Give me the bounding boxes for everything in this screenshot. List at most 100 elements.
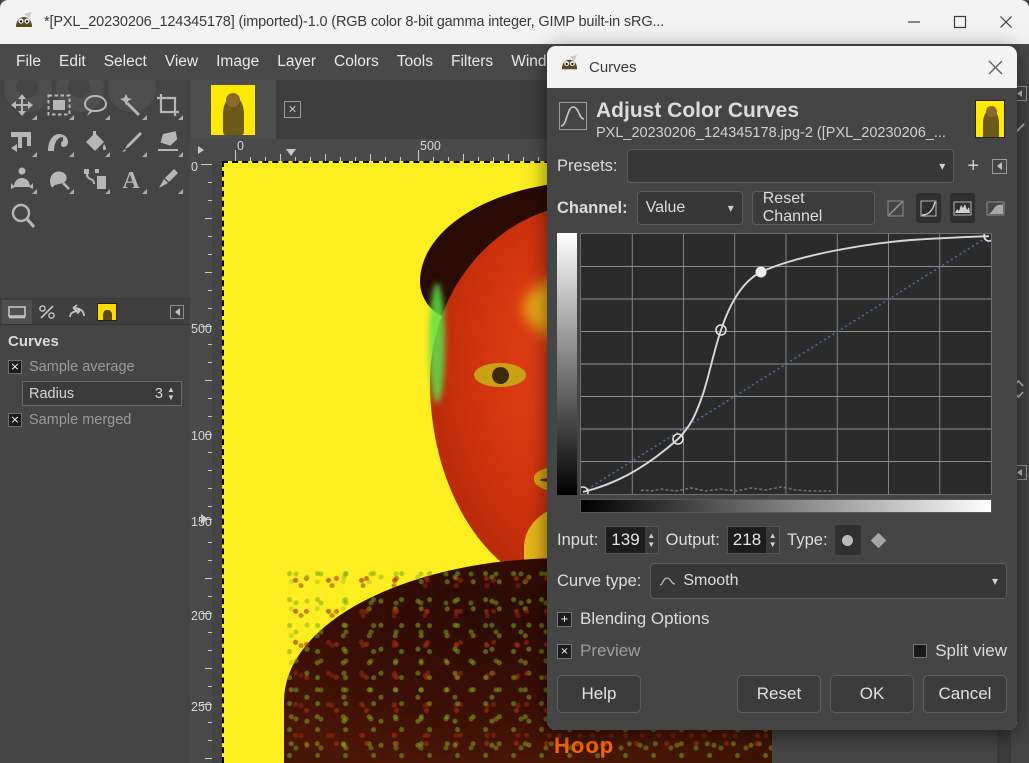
sample-merged-checkbox[interactable]: × bbox=[8, 413, 22, 427]
maximize-icon[interactable] bbox=[937, 0, 983, 44]
tool-options-dock: Curves × Sample average Radius 3 ▲ ▼ × Sa… bbox=[0, 298, 190, 763]
curves-dialog-title: Curves bbox=[589, 58, 637, 76]
photo-green-artifact-left bbox=[429, 283, 445, 403]
paths-tool-icon[interactable] bbox=[77, 160, 113, 197]
presets-combo[interactable]: ▾ bbox=[626, 149, 955, 183]
window-title-bar: *[PXL_20230206_124345178] (imported)-1.0… bbox=[0, 0, 1029, 44]
menu-colors[interactable]: Colors bbox=[325, 49, 388, 75]
curves-dialog-close-icon[interactable] bbox=[973, 46, 1017, 88]
ruler-origin-button[interactable] bbox=[190, 139, 212, 161]
curves-dialog[interactable]: Curves Adjust Color Curves PXL_20230206_… bbox=[547, 46, 1017, 730]
output-value[interactable]: 218 bbox=[728, 530, 766, 550]
sample-average-option[interactable]: × Sample average bbox=[0, 356, 190, 378]
menu-filters[interactable]: Filters bbox=[442, 49, 502, 75]
menu-edit[interactable]: Edit bbox=[50, 49, 95, 75]
radius-value[interactable]: 3 bbox=[155, 386, 167, 402]
smooth-point-icon[interactable] bbox=[834, 525, 861, 555]
eraser-tool-icon[interactable] bbox=[150, 123, 186, 160]
input-value[interactable]: 139 bbox=[606, 530, 644, 550]
ruler-v-label-1000: 1000 bbox=[191, 429, 212, 443]
split-view-group[interactable]: Split view bbox=[913, 641, 1007, 661]
vertical-ruler[interactable]: 0 500 1000 1500 2000 bbox=[190, 161, 212, 763]
radius-stepper[interactable]: ▲ ▼ bbox=[167, 385, 181, 402]
sample-merged-option[interactable]: × Sample merged bbox=[0, 409, 190, 431]
tool-options-tab[interactable] bbox=[2, 299, 32, 324]
paintbrush-tool-icon[interactable] bbox=[113, 123, 149, 160]
linear-curve-icon[interactable] bbox=[884, 195, 907, 221]
dock-menu-icon[interactable] bbox=[170, 304, 184, 319]
menu-select[interactable]: Select bbox=[95, 49, 156, 75]
cancel-button[interactable]: Cancel bbox=[923, 675, 1007, 713]
menu-file[interactable]: File bbox=[7, 49, 50, 75]
window-title-text: *[PXL_20230206_124345178] (imported)-1.0… bbox=[44, 14, 665, 30]
tool-options-tab-strip bbox=[0, 299, 190, 325]
expander-icon[interactable]: + bbox=[557, 611, 572, 627]
curve-control-point-selected bbox=[755, 266, 767, 278]
presets-label: Presets: bbox=[557, 156, 618, 175]
photo-shirt-text: Hoop bbox=[554, 733, 615, 758]
move-tool-icon[interactable] bbox=[4, 86, 40, 123]
bucket-fill-tool-icon[interactable] bbox=[77, 123, 113, 160]
close-icon[interactable] bbox=[983, 0, 1029, 44]
ok-button[interactable]: OK bbox=[830, 675, 914, 713]
curves-icon bbox=[559, 102, 587, 130]
menu-view[interactable]: View bbox=[156, 49, 207, 75]
toolbox: A bbox=[0, 80, 190, 300]
ruler-v-label-0: 0 bbox=[191, 161, 198, 174]
dialog-action-buttons: Reset OK Cancel bbox=[737, 675, 1007, 713]
clone-tool-icon[interactable] bbox=[4, 160, 40, 197]
output-spinner[interactable]: 218 ▲ ▼ bbox=[726, 526, 781, 554]
preset-menu-icon[interactable] bbox=[992, 158, 1007, 174]
menu-layer[interactable]: Layer bbox=[268, 49, 325, 75]
logarithmic-histogram-icon[interactable] bbox=[984, 195, 1007, 221]
reset-button[interactable]: Reset bbox=[737, 675, 821, 713]
warp-transform-tool-icon[interactable] bbox=[40, 123, 76, 160]
corner-point-icon[interactable] bbox=[868, 525, 890, 555]
close-tab-icon[interactable]: ✕ bbox=[284, 101, 301, 118]
input-stepper[interactable]: ▲ ▼ bbox=[644, 527, 658, 553]
curves-graph[interactable] bbox=[580, 233, 992, 495]
curve-type-combo[interactable]: Smooth ▾ bbox=[650, 563, 1007, 599]
curves-image-thumbnail bbox=[975, 100, 1005, 138]
smudge-tool-icon[interactable] bbox=[40, 160, 76, 197]
window-controls bbox=[891, 0, 1029, 44]
zoom-tool-icon[interactable] bbox=[4, 197, 41, 234]
presets-row: Presets: ▾ + bbox=[557, 149, 1007, 183]
output-stepper[interactable]: ▲ ▼ bbox=[766, 527, 780, 553]
chevron-down-icon-channel: ▾ bbox=[727, 201, 734, 215]
menu-image[interactable]: Image bbox=[207, 49, 268, 75]
curve-control-point-4 bbox=[983, 234, 991, 242]
split-view-checkbox[interactable] bbox=[913, 644, 928, 658]
toolbox-row-2 bbox=[4, 123, 186, 160]
channel-row: Channel: Value ▾ Reset Channel bbox=[557, 190, 1007, 225]
device-status-tab[interactable] bbox=[32, 300, 62, 324]
linear-histogram-icon[interactable] bbox=[950, 193, 976, 223]
radius-label: Radius bbox=[29, 385, 75, 402]
sample-average-checkbox[interactable]: × bbox=[8, 360, 22, 374]
free-select-tool-icon[interactable] bbox=[77, 86, 113, 123]
help-button[interactable]: Help bbox=[557, 675, 641, 713]
color-picker-tool-icon[interactable] bbox=[150, 160, 186, 197]
fuzzy-select-tool-icon[interactable] bbox=[113, 86, 149, 123]
input-spinner[interactable]: 139 ▲ ▼ bbox=[605, 526, 659, 554]
channel-combo[interactable]: Value ▾ bbox=[636, 191, 743, 225]
undo-history-tab[interactable] bbox=[62, 300, 92, 324]
rectangle-select-tool-icon[interactable] bbox=[40, 86, 76, 123]
gimp-wilber-icon bbox=[13, 11, 35, 33]
page-title: Adjust Color Curves bbox=[596, 99, 800, 122]
add-preset-button[interactable]: + bbox=[963, 155, 983, 178]
images-tab[interactable] bbox=[92, 300, 122, 324]
transform-tool-icon[interactable] bbox=[4, 123, 40, 160]
menu-tools[interactable]: Tools bbox=[388, 49, 442, 75]
blending-options-row[interactable]: + Blending Options bbox=[557, 609, 1007, 629]
preview-checkbox[interactable]: × bbox=[557, 643, 572, 659]
image-tab[interactable] bbox=[190, 80, 276, 139]
text-tool-icon[interactable]: A bbox=[113, 160, 149, 197]
radius-spinner[interactable]: Radius 3 ▲ ▼ bbox=[22, 381, 182, 406]
ruler-h-label-500: 500 bbox=[420, 139, 441, 153]
crop-tool-icon[interactable] bbox=[150, 86, 186, 123]
sample-merged-label: Sample merged bbox=[29, 412, 132, 428]
minimize-icon[interactable] bbox=[891, 0, 937, 44]
reset-channel-button[interactable]: Reset Channel bbox=[751, 190, 876, 225]
curved-curve-icon[interactable] bbox=[916, 193, 942, 223]
